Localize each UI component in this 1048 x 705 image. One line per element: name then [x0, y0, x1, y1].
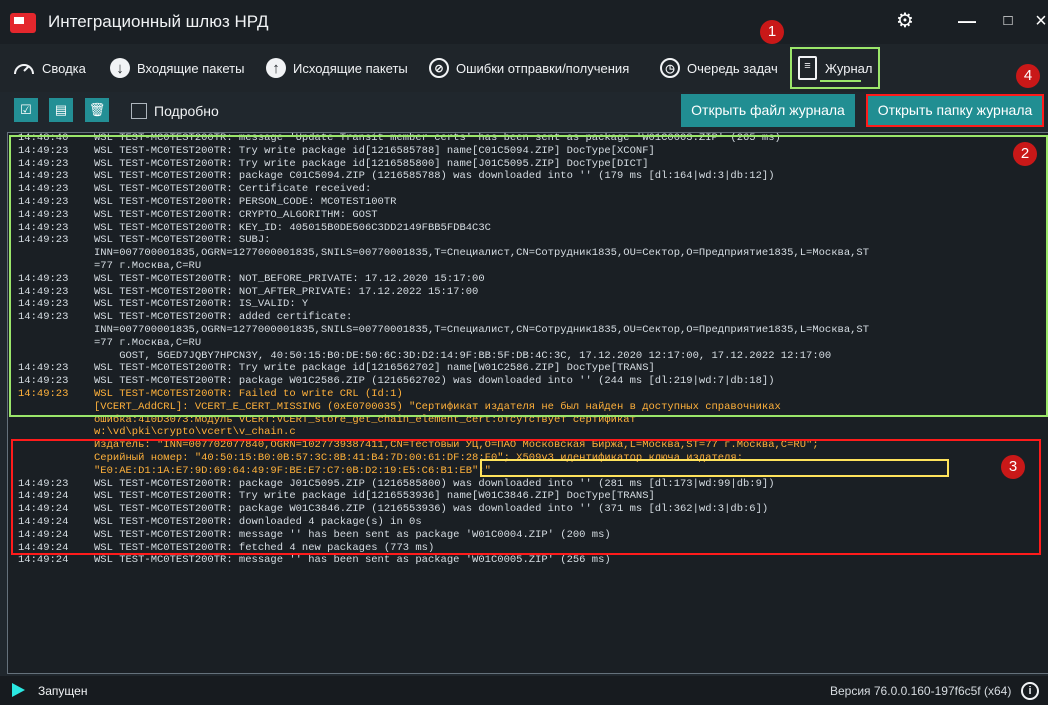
tab-incoming-label: Входящие пакеты: [137, 60, 245, 76]
down-arrow-icon: ↓: [110, 58, 130, 78]
marker-1: 1: [760, 20, 784, 44]
tab-bar: Сводка ↓ Входящие пакеты ↑ Исходящие пак…: [0, 44, 1048, 92]
status-text: Запущен: [38, 684, 88, 698]
open-log-folder-button[interactable]: Открыть папку журнала: [866, 94, 1044, 127]
certificate-message-highlight: [480, 459, 949, 477]
error-highlight: [11, 439, 1041, 555]
log-line: 14:49:24 WSL TEST-MC0TEST200TR: message '…: [18, 554, 869, 567]
clock-icon: ◷: [660, 58, 680, 78]
close-icon[interactable]: ×: [1034, 9, 1048, 33]
open-log-file-button[interactable]: Открыть файл журнала: [681, 94, 855, 127]
window-title: Интеграционный шлюз НРД: [48, 12, 269, 31]
tab-incoming-packages[interactable]: ↓ Входящие пакеты: [110, 56, 244, 80]
play-icon: [12, 683, 25, 697]
up-arrow-icon: ↑: [266, 58, 286, 78]
version-label: Версия 76.0.0.160-197f6c5f (x64): [830, 684, 1012, 698]
tab-send-receive-errors[interactable]: ⊘ Ошибки отправки/получения: [429, 56, 629, 80]
tab-outgoing-label: Исходящие пакеты: [293, 60, 408, 76]
journal-toolbar: ☑ ▤ 🗑 Подробно Открыть файл журнала Откр…: [0, 92, 1048, 130]
marker-3: 3: [1001, 455, 1025, 479]
app-logo: [10, 13, 36, 33]
log-message: w:\vd\pki\crypto\vcert\v_chain.c: [94, 426, 296, 439]
status-bar: Запущен Версия 76.0.0.160-197f6c5f (x64)…: [0, 676, 1048, 705]
tab-errors-label: Ошибки отправки/получения: [456, 60, 630, 76]
forbidden-icon: ⊘: [429, 58, 449, 78]
tab-task-queue[interactable]: ◷ Очередь задач: [660, 56, 778, 80]
tab-summary-label: Сводка: [42, 60, 86, 76]
tab-journal-label: Журнал: [825, 60, 873, 76]
log-time: 14:49:24: [18, 554, 69, 567]
title-bar: Интеграционный шлюз НРД ⚙ — □ ×: [0, 0, 1048, 44]
detail-checkbox[interactable]: [131, 103, 147, 119]
tab-queue-label: Очередь задач: [687, 60, 778, 76]
tab-journal[interactable]: ≡ Журнал: [790, 47, 881, 89]
log-viewer[interactable]: 14:48:40 WSL TEST-MC0TEST200TR: message '…: [7, 132, 1048, 674]
certificate-highlight: [9, 135, 1048, 417]
check-list-icon[interactable]: ☑: [14, 98, 38, 122]
maximize-icon[interactable]: □: [996, 9, 1020, 33]
trash-icon[interactable]: 🗑: [85, 98, 109, 122]
minimize-icon[interactable]: —: [955, 9, 979, 33]
detail-label: Подробно: [154, 103, 219, 119]
gear-icon[interactable]: ⚙: [893, 9, 917, 33]
marker-4: 4: [1016, 64, 1040, 88]
log-message: WSL TEST-MC0TEST200TR: message '' has be…: [94, 554, 611, 567]
tab-summary[interactable]: Сводка: [12, 56, 86, 80]
clipboard-icon[interactable]: ▤: [49, 98, 73, 122]
info-icon[interactable]: i: [1021, 682, 1039, 700]
marker-2: 2: [1013, 142, 1037, 166]
active-tab-indicator: [820, 80, 862, 82]
tab-outgoing-packages[interactable]: ↑ Исходящие пакеты: [266, 56, 408, 80]
document-icon: ≡: [798, 56, 817, 80]
gauge-icon: [14, 64, 34, 75]
log-line: w:\vd\pki\crypto\vcert\v_chain.c: [18, 426, 869, 439]
